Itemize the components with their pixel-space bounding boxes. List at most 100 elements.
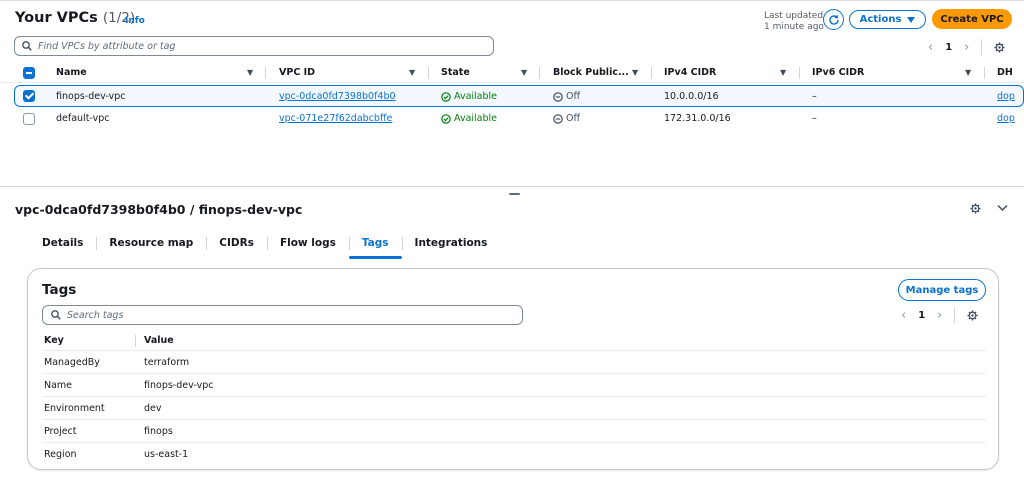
tag-value: dev — [144, 403, 162, 414]
vpc-search[interactable] — [14, 36, 494, 56]
col-separator — [265, 67, 266, 79]
sort-caret-icon[interactable]: ▼ — [409, 68, 415, 77]
tag-value: us-east-1 — [144, 449, 189, 460]
table-row: ManagedBy terraform — [42, 351, 986, 374]
block-public-label: Off — [566, 113, 581, 124]
table-row: Project finops — [42, 420, 986, 443]
next-page-icon[interactable]: › — [964, 40, 969, 55]
col-vpc-id[interactable]: VPC ID — [279, 67, 315, 78]
tab-integrations[interactable]: Integrations — [401, 235, 501, 259]
select-all-checkbox[interactable] — [23, 67, 35, 79]
state-label: Available — [454, 91, 498, 102]
tag-value: finops-dev-vpc — [144, 380, 214, 391]
last-updated-time: 1 minute ago — [764, 22, 824, 32]
refresh-button[interactable] — [823, 9, 844, 30]
info-link[interactable]: Info — [125, 16, 145, 26]
tag-value: terraform — [144, 357, 190, 368]
vpc-table-header: Name ▼ VPC ID ▼ State ▼ Block Public... … — [0, 63, 1024, 83]
current-page[interactable]: 1 — [945, 42, 952, 53]
row-checkbox[interactable] — [23, 90, 35, 102]
table-row[interactable]: default-vpc vpc-071e27f62dabcbffe Availa… — [0, 108, 1024, 130]
tag-key: Region — [44, 449, 77, 460]
state-label: Available — [454, 113, 498, 124]
col-dhcp[interactable]: DH — [997, 67, 1013, 78]
ipv6-cidr: – — [812, 113, 817, 124]
tag-key: Name — [44, 380, 73, 391]
sort-caret-icon[interactable]: ▼ — [247, 68, 253, 77]
dhcp-options-link[interactable]: dop — [997, 113, 1015, 124]
vpc-id-link[interactable]: vpc-0dca0fd7398b0f4b0 — [279, 91, 396, 102]
tab-cidrs[interactable]: CIDRs — [206, 235, 267, 259]
vpc-list-panel: Your VPCs (1/2) Info Last updated 1 minu… — [0, 0, 1024, 187]
create-vpc-button[interactable]: Create VPC — [932, 9, 1012, 29]
actions-button[interactable]: Actions — [849, 10, 926, 29]
sort-caret-icon[interactable]: ▼ — [965, 68, 971, 77]
col-block-public[interactable]: Block Public... — [553, 67, 629, 78]
tag-value: finops — [144, 426, 173, 437]
prev-page-icon[interactable]: ‹ — [928, 40, 933, 55]
vpc-name: finops-dev-vpc — [56, 91, 126, 102]
tab-details[interactable]: Details — [30, 235, 96, 259]
vpc-search-input[interactable] — [38, 40, 468, 52]
tag-key: ManagedBy — [44, 357, 100, 368]
sort-caret-icon[interactable]: ▼ — [632, 68, 638, 77]
check-circle-icon — [441, 91, 451, 102]
tags-container: Tags Manage tags ‹ 1 › Key Value Managed… — [27, 268, 999, 470]
chevron-down-icon[interactable] — [997, 204, 1008, 212]
tag-key: Project — [44, 426, 77, 437]
vpc-state: Available — [441, 91, 497, 102]
tag-search[interactable] — [42, 305, 523, 325]
manage-tags-button[interactable]: Manage tags — [898, 279, 986, 301]
table-row: Environment dev — [42, 397, 986, 420]
vpc-name: default-vpc — [56, 113, 110, 124]
vpc-state: Available — [441, 113, 497, 124]
col-separator — [984, 67, 985, 79]
ipv4-cidr: 172.31.0.0/16 — [664, 113, 731, 124]
tab-resource-map[interactable]: Resource map — [96, 235, 206, 259]
tag-search-input[interactable] — [67, 309, 487, 321]
block-public-status: Off — [553, 91, 580, 102]
table-row: Name finops-dev-vpc — [42, 374, 986, 397]
ipv6-cidr: – — [812, 91, 817, 102]
sort-caret-icon[interactable]: ▼ — [521, 68, 527, 77]
panel-settings-gear-icon[interactable] — [970, 203, 981, 214]
next-page-icon[interactable]: › — [937, 308, 942, 323]
col-ipv6-cidr[interactable]: IPv6 CIDR — [812, 67, 864, 78]
split-panel-drag-handle[interactable] — [509, 193, 520, 195]
col-key: Key — [44, 335, 64, 346]
settings-gear-icon[interactable] — [994, 41, 1005, 53]
pager-divider — [981, 39, 983, 55]
dhcp-options-link[interactable]: dop — [997, 91, 1015, 102]
tags-pagination: ‹ 1 › — [901, 307, 978, 323]
col-separator — [651, 67, 652, 79]
search-icon — [51, 310, 61, 320]
prev-page-icon[interactable]: ‹ — [901, 308, 906, 323]
minus-circle-icon — [553, 113, 563, 124]
ipv4-cidr: 10.0.0.0/16 — [664, 91, 719, 102]
search-icon — [22, 41, 32, 51]
actions-label: Actions — [859, 14, 902, 25]
check-circle-icon — [441, 113, 451, 124]
sort-caret-icon[interactable]: ▼ — [780, 68, 786, 77]
col-separator — [428, 67, 429, 79]
tag-key: Environment — [44, 403, 105, 414]
col-separator — [135, 335, 136, 347]
minus-circle-icon — [553, 91, 563, 102]
col-separator — [539, 67, 540, 79]
row-checkbox[interactable] — [23, 113, 35, 125]
vpc-id-link[interactable]: vpc-071e27f62dabcbffe — [279, 113, 392, 124]
col-name[interactable]: Name — [56, 67, 87, 78]
table-row: Region us-east-1 — [42, 443, 986, 466]
table-row[interactable]: finops-dev-vpc vpc-0dca0fd7398b0f4b0 Ava… — [14, 85, 1024, 107]
current-page[interactable]: 1 — [918, 310, 925, 321]
col-state[interactable]: State — [441, 67, 470, 78]
settings-gear-icon[interactable] — [967, 309, 978, 321]
tab-tags[interactable]: Tags — [348, 235, 402, 259]
last-updated-label: Last updated — [764, 11, 824, 21]
caret-down-icon — [907, 16, 916, 23]
block-public-label: Off — [566, 91, 581, 102]
tab-flow-logs[interactable]: Flow logs — [266, 235, 349, 259]
pager-divider — [954, 307, 956, 323]
col-ipv4-cidr[interactable]: IPv4 CIDR — [664, 67, 716, 78]
detail-panel-title: vpc-0dca0fd7398b0f4b0 / finops-dev-vpc — [15, 202, 303, 217]
